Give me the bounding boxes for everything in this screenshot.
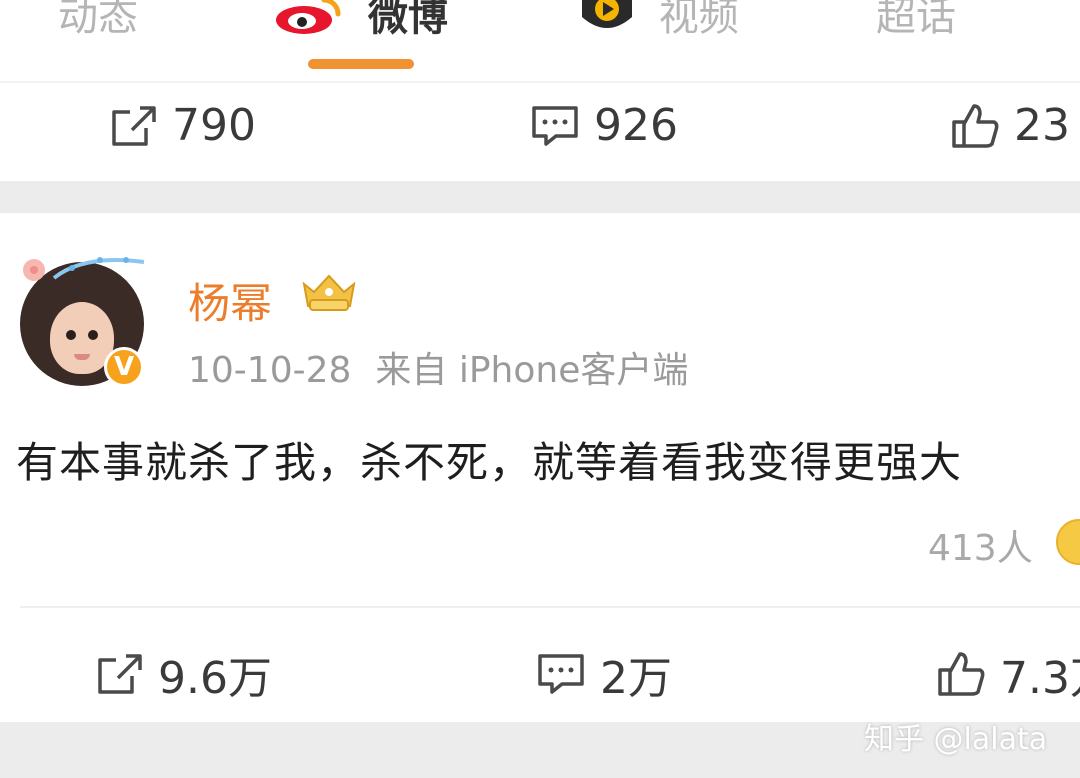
thumbs-up-icon bbox=[936, 650, 986, 698]
repost-icon bbox=[96, 652, 144, 696]
avatar-eye bbox=[66, 330, 76, 340]
comment-count: 926 bbox=[594, 100, 678, 151]
tab-label: 视频 bbox=[658, 0, 739, 40]
comment-count: 2万 bbox=[600, 653, 672, 704]
video-play-icon bbox=[578, 0, 636, 49]
post-source: 来自 iPhone客户端 bbox=[375, 350, 689, 391]
verified-badge: V bbox=[104, 347, 144, 387]
reaction-emoji-icon bbox=[1056, 519, 1080, 565]
tab-weibo[interactable]: 微博 bbox=[274, 0, 448, 44]
comment-icon bbox=[530, 104, 580, 148]
feed-separator bbox=[0, 181, 1080, 213]
tab-label: 超话 bbox=[876, 0, 956, 40]
repost-icon bbox=[110, 104, 158, 148]
post-divider bbox=[20, 606, 1080, 608]
avatar-sticker-icon bbox=[23, 257, 145, 281]
tab-dongtai[interactable]: 动态 bbox=[58, 0, 138, 42]
repost-button[interactable]: 790 bbox=[110, 100, 256, 151]
tab-supertopic[interactable]: 超话 bbox=[876, 0, 956, 42]
tab-video[interactable]: 视频 bbox=[578, 0, 739, 49]
repost-count: 9.6万 bbox=[158, 653, 272, 704]
like-count: 7.3万 bbox=[1000, 653, 1080, 704]
post-date: 10-10-28 bbox=[188, 350, 352, 391]
post-text: 有本事就杀了我，杀不死，就等着看我变得更强大 bbox=[16, 438, 963, 487]
thumbs-up-icon bbox=[950, 102, 1000, 150]
post-username[interactable]: 杨幂 bbox=[188, 270, 272, 331]
like-button[interactable]: 23 bbox=[950, 100, 1070, 151]
like-count: 23 bbox=[1014, 100, 1070, 151]
active-tab-indicator bbox=[308, 59, 414, 69]
liked-by-count[interactable]: 413人 bbox=[928, 519, 1033, 571]
weibo-logo-icon bbox=[274, 0, 346, 44]
avatar-mouth bbox=[74, 354, 90, 360]
repost-button[interactable]: 9.6万 bbox=[96, 642, 272, 706]
tab-label: 动态 bbox=[58, 0, 138, 40]
like-button[interactable]: 7.3万 bbox=[936, 642, 1080, 706]
comment-icon bbox=[536, 652, 586, 696]
vip-crown-icon[interactable] bbox=[298, 270, 360, 318]
comment-button[interactable]: 926 bbox=[530, 100, 678, 151]
tab-label: 微博 bbox=[367, 0, 448, 40]
post-meta: 10-10-28 来自 iPhone客户端 bbox=[188, 341, 688, 393]
repost-count: 790 bbox=[172, 100, 256, 151]
watermark: 知乎 @lalata bbox=[864, 722, 1048, 757]
comment-button[interactable]: 2万 bbox=[536, 642, 672, 706]
header-divider bbox=[0, 81, 1080, 83]
avatar-eye bbox=[88, 330, 98, 340]
